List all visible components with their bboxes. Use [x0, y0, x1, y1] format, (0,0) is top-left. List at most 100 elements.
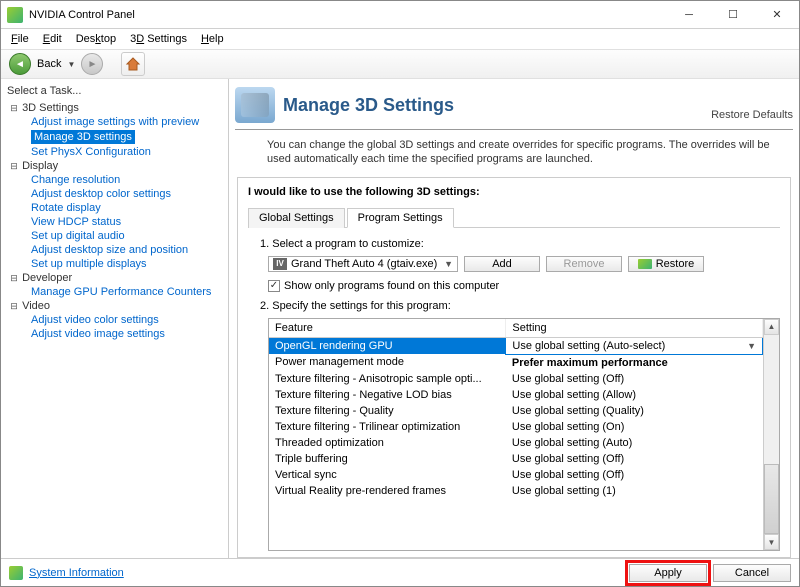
menu-edit[interactable]: Edit [37, 31, 68, 47]
page-description: You can change the global 3D settings an… [235, 130, 793, 177]
chevron-down-icon: ▼ [747, 341, 756, 351]
settings-row[interactable]: Power management modePrefer maximum perf… [269, 354, 763, 371]
settings-row[interactable]: Texture filtering - Anisotropic sample o… [269, 371, 763, 387]
setting-cell[interactable]: Use global setting (Quality) [506, 403, 763, 419]
settings-row[interactable]: Texture filtering - QualityUse global se… [269, 403, 763, 419]
sidebar: Select a Task... ⊟ 3D SettingsAdjust ima… [1, 79, 229, 558]
tree-item[interactable]: Adjust video image settings [3, 327, 226, 341]
tree-item[interactable]: Set up multiple displays [3, 257, 226, 271]
forward-button[interactable]: ► [81, 53, 103, 75]
settings-row[interactable]: Texture filtering - Negative LOD biasUse… [269, 387, 763, 403]
step2-label: 2. Specify the settings for this program… [248, 298, 780, 316]
remove-button[interactable]: Remove [546, 256, 622, 272]
restore-defaults-link[interactable]: Restore Defaults [711, 109, 793, 123]
menu-desktop[interactable]: Desktop [70, 31, 122, 47]
show-only-row: ✓ Show only programs found on this compu… [248, 278, 780, 298]
settings-group-title: I would like to use the following 3D set… [248, 186, 780, 208]
setting-cell[interactable]: Use global setting (Off) [506, 371, 763, 387]
setting-cell[interactable]: Use global setting (Off) [506, 467, 763, 483]
scroll-down-button[interactable]: ▼ [764, 534, 779, 550]
tree-category[interactable]: ⊟ Video [3, 299, 226, 313]
tree-item[interactable]: Set up digital audio [3, 229, 226, 243]
restore-button[interactable]: Restore [628, 256, 704, 272]
tree-item[interactable]: Manage GPU Performance Counters [3, 285, 226, 299]
main-area: Select a Task... ⊟ 3D SettingsAdjust ima… [1, 79, 799, 558]
grid-scrollbar[interactable]: ▲ ▼ [763, 319, 779, 550]
tree-item[interactable]: Rotate display [3, 201, 226, 215]
program-combobox-text: Grand Theft Auto 4 (gtaiv.exe) [291, 258, 437, 270]
footer: System Information Apply Cancel [1, 558, 799, 586]
scroll-track-top[interactable] [764, 335, 779, 464]
setting-cell[interactable]: Prefer maximum performance [506, 354, 763, 371]
scroll-thumb[interactable] [764, 464, 779, 534]
collapse-icon: ⊟ [9, 301, 19, 312]
settings-row[interactable]: Virtual Reality pre-rendered framesUse g… [269, 483, 763, 499]
menu-help[interactable]: Help [195, 31, 230, 47]
settings-row[interactable]: Texture filtering - Trilinear optimizati… [269, 419, 763, 435]
cancel-button[interactable]: Cancel [713, 564, 791, 582]
tree-item[interactable]: Adjust desktop color settings [3, 187, 226, 201]
program-combobox[interactable]: IV Grand Theft Auto 4 (gtaiv.exe) ▼ [268, 256, 458, 272]
collapse-icon: ⊟ [9, 273, 19, 284]
tree-item[interactable]: View HDCP status [3, 215, 226, 229]
setting-cell[interactable]: Use global setting (Allow) [506, 387, 763, 403]
app-icon [7, 7, 23, 23]
content-header: Manage 3D Settings Restore Defaults [235, 83, 793, 130]
setting-cell[interactable]: Use global setting (On) [506, 419, 763, 435]
back-button[interactable]: ◄ [9, 53, 31, 75]
setting-cell[interactable]: Use global setting (1) [506, 483, 763, 499]
column-setting[interactable]: Setting [506, 319, 763, 338]
setting-cell[interactable]: Use global setting (Auto-select)▼ [506, 337, 763, 354]
close-button[interactable]: ✕ [755, 1, 799, 29]
show-only-checkbox[interactable]: ✓ [268, 280, 280, 292]
setting-cell[interactable]: Use global setting (Off) [506, 451, 763, 467]
tree-item-label: Manage 3D settings [31, 130, 135, 144]
step1-label: 1. Select a program to customize: [248, 236, 780, 254]
menu-file[interactable]: File [5, 31, 35, 47]
scroll-up-button[interactable]: ▲ [764, 319, 779, 335]
home-button[interactable] [121, 52, 145, 76]
tree-category[interactable]: ⊟ 3D Settings [3, 101, 226, 115]
tree-item[interactable]: Adjust image settings with preview [3, 115, 226, 129]
add-button[interactable]: Add [464, 256, 540, 272]
tree-category-label: Video [22, 300, 50, 312]
system-information-link[interactable]: System Information [29, 567, 124, 579]
menu-3d-settings[interactable]: 3D Settings [124, 31, 193, 47]
collapse-icon: ⊟ [9, 161, 19, 172]
settings-row[interactable]: Triple bufferingUse global setting (Off) [269, 451, 763, 467]
title-bar: NVIDIA Control Panel ─ ☐ ✕ [1, 1, 799, 29]
tree-item[interactable]: Manage 3D settings [3, 129, 226, 145]
feature-cell: Texture filtering - Anisotropic sample o… [269, 371, 506, 387]
tree-item[interactable]: Set PhysX Configuration [3, 145, 226, 159]
minimize-button[interactable]: ─ [667, 1, 711, 29]
content-pane: Manage 3D Settings Restore Defaults You … [229, 79, 799, 558]
feature-cell: Vertical sync [269, 467, 506, 483]
settings-row[interactable]: Threaded optimizationUse global setting … [269, 435, 763, 451]
tree-item[interactable]: Change resolution [3, 173, 226, 187]
feature-cell: Power management mode [269, 354, 506, 371]
apply-button[interactable]: Apply [629, 564, 707, 582]
tab-global-settings[interactable]: Global Settings [248, 208, 345, 228]
program-icon: IV [273, 258, 287, 270]
setting-cell[interactable]: Use global setting (Auto) [506, 435, 763, 451]
settings-grid-wrap: Feature Setting OpenGL rendering GPUUse … [268, 318, 780, 551]
feature-cell: Texture filtering - Quality [269, 403, 506, 419]
settings-grid[interactable]: Feature Setting OpenGL rendering GPUUse … [269, 319, 763, 550]
settings-row[interactable]: Vertical syncUse global setting (Off) [269, 467, 763, 483]
feature-cell: Threaded optimization [269, 435, 506, 451]
tree-category[interactable]: ⊟ Display [3, 159, 226, 173]
tree-category[interactable]: ⊟ Developer [3, 271, 226, 285]
feature-cell: OpenGL rendering GPU [269, 337, 506, 354]
back-label: Back [37, 58, 61, 70]
settings-row[interactable]: OpenGL rendering GPUUse global setting (… [269, 337, 763, 354]
tab-strip: Global Settings Program Settings [248, 208, 780, 228]
tree-category-label: 3D Settings [22, 102, 79, 114]
window-title: NVIDIA Control Panel [29, 9, 667, 21]
tree-item[interactable]: Adjust desktop size and position [3, 243, 226, 257]
column-feature[interactable]: Feature [269, 319, 506, 338]
tab-program-settings[interactable]: Program Settings [347, 208, 454, 228]
back-dropdown-icon[interactable]: ▼ [67, 60, 75, 69]
tree-item[interactable]: Adjust video color settings [3, 313, 226, 327]
collapse-icon: ⊟ [9, 103, 19, 114]
maximize-button[interactable]: ☐ [711, 1, 755, 29]
